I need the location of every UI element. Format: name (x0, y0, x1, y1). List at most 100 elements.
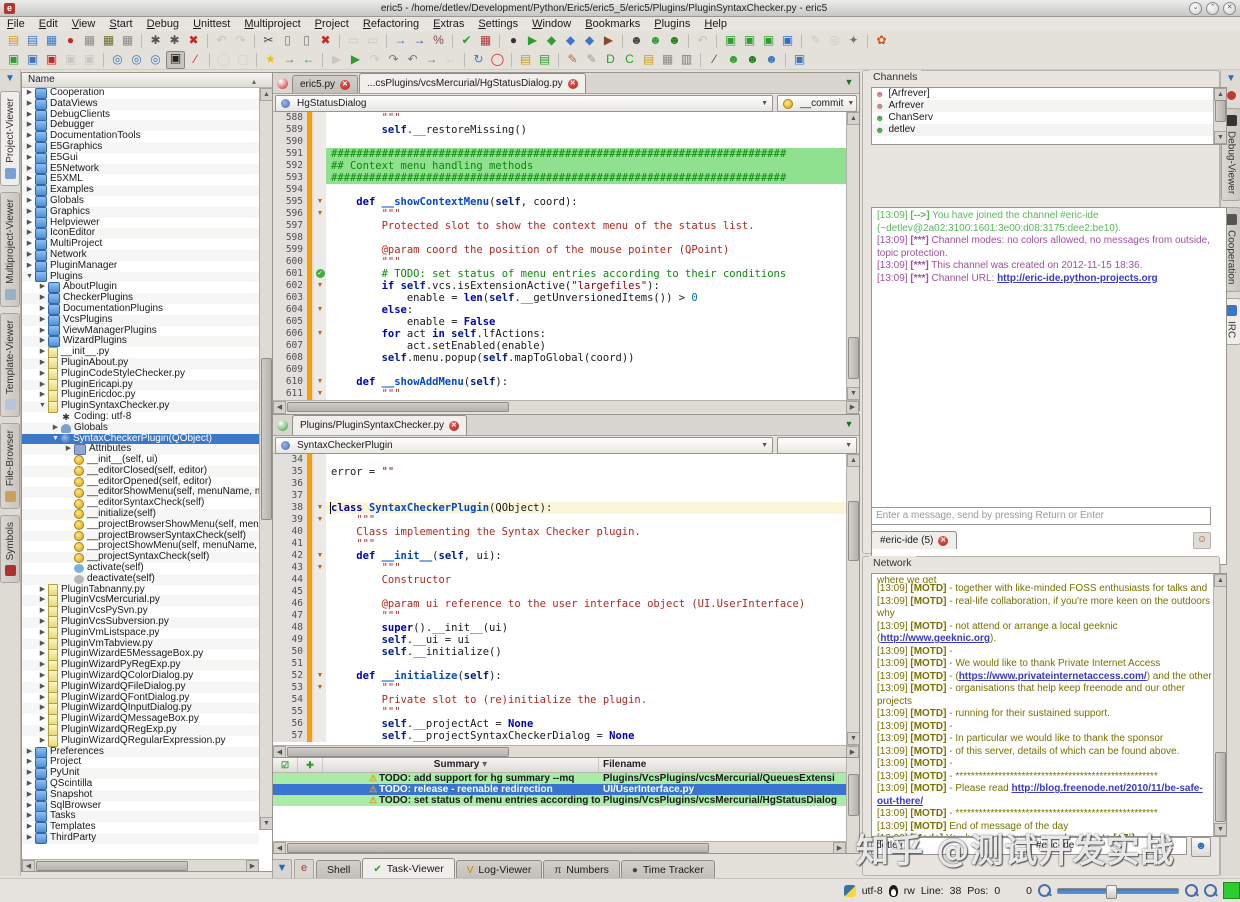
stop-icon[interactable]: ◯ (489, 52, 506, 68)
tree-expander[interactable]: ▶ (25, 757, 34, 768)
zoom-in-icon[interactable]: ◎ (109, 52, 126, 68)
tree-expander[interactable]: ▶ (25, 218, 34, 229)
member-selector[interactable]: ▼ (777, 437, 857, 454)
copy-icon[interactable]: ▯ (279, 33, 296, 49)
slash-tool-icon[interactable]: ∕ (706, 52, 723, 68)
channel-field[interactable]: #eric-ide (1031, 837, 1187, 855)
task-row[interactable]: ⚠ TODO: release - reenable redirection UI/… (273, 784, 859, 795)
menu-unittest[interactable]: Unittest (186, 17, 237, 31)
tree-expander[interactable]: ▼ (38, 401, 47, 412)
debug-run-icon[interactable]: ▶ (328, 52, 345, 68)
tab-list-icon[interactable]: ▼ (842, 419, 856, 432)
tree-expander[interactable]: ▼ (25, 272, 34, 283)
cut-icon[interactable]: ✂ (260, 33, 277, 49)
menu-settings[interactable]: Settings (471, 17, 525, 31)
tree-expander[interactable]: ▶ (38, 358, 47, 369)
menu-file[interactable]: File (0, 17, 32, 31)
save-copy-icon[interactable]: ▦ (119, 33, 136, 49)
open-icon[interactable]: ▤ (24, 33, 41, 49)
close-all-icon[interactable]: ✖ (185, 33, 202, 49)
tree-expander[interactable]: ▶ (25, 88, 34, 99)
channel-user[interactable]: ☻ detlev (872, 124, 1226, 136)
code-area[interactable]: 34 35 error = "" 36 37 38 ▼ class SyntaxChecker… (273, 454, 859, 745)
editor-tab[interactable]: Plugins/PluginSyntaxChecker.py ✕ (292, 415, 467, 435)
search-icon[interactable]: ▭ (345, 33, 362, 49)
profiler-icon[interactable]: ▦ (477, 33, 494, 49)
tree-item[interactable]: ▶ PluginEricapi.py (22, 379, 259, 391)
tree-expander[interactable]: ▶ (25, 833, 34, 844)
edit-note-gray-icon[interactable]: ✎ (583, 52, 600, 68)
class-selector[interactable]: SyntaxCheckerPlugin ▼ (275, 437, 773, 454)
tool-tab-numbers[interactable]: π Numbers (543, 860, 620, 879)
tree-header[interactable]: Name ▴ (22, 73, 272, 88)
coop-connect-icon[interactable]: ☻ (647, 33, 664, 49)
task-hscrollbar[interactable]: ◀ ▶ (273, 841, 846, 853)
message-link[interactable]: https://www.privateinternetaccess.com/ (959, 671, 1147, 682)
step-icon[interactable]: ◆ (562, 33, 579, 49)
filter-icon[interactable]: ▼ (3, 73, 17, 85)
syntax-check-icon[interactable]: ✔ (458, 33, 475, 49)
message-input[interactable]: Enter a message, send by pressing Return… (871, 507, 1211, 525)
menu-plugins[interactable]: Plugins (647, 17, 697, 31)
task-done-icon[interactable]: ▤ (536, 52, 553, 68)
editor-tab[interactable]: ...csPlugins/vcsMercurial/HgStatusDialog… (359, 73, 586, 93)
tree-expander[interactable]: ▶ (25, 120, 34, 131)
tree-expander[interactable]: ▶ (25, 250, 34, 261)
help-contents-icon[interactable]: ✿ (873, 33, 890, 49)
class-selector[interactable]: HgStatusDialog ▼ (275, 95, 773, 112)
minimize-button[interactable]: ⌄ (1189, 1, 1202, 15)
task-new-icon[interactable]: ▤ (517, 52, 534, 68)
network-messages[interactable]: where we get [13:09] [MOTD] - together wi… (871, 573, 1227, 837)
tree-expander[interactable]: ▶ (25, 99, 34, 110)
menu-window[interactable]: Window (525, 17, 578, 31)
sidebar-tab-template-viewer[interactable]: Template-Viewer (0, 312, 20, 417)
maximize-button[interactable]: ⌃ (1206, 1, 1219, 15)
replace-icon[interactable]: ▭ (364, 33, 381, 49)
tree-hscrollbar[interactable]: ◀ ▶ (22, 859, 259, 871)
task-row[interactable]: ⚠ TODO: add support for hg summary --mq Pl… (273, 773, 859, 784)
window-cascade-icon[interactable]: ▣ (24, 52, 41, 68)
tree-item[interactable]: ▶ AboutPlugin (22, 282, 259, 294)
window-untile-icon[interactable]: ▣ (81, 52, 98, 68)
tree-item[interactable]: ▶ Snapshot (22, 789, 259, 801)
join-channel-button[interactable]: ☻ (1191, 837, 1211, 857)
tree-expander[interactable]: ▶ (25, 110, 34, 121)
undo-icon[interactable]: ↶ (213, 33, 230, 49)
menu-refactoring[interactable]: Refactoring (356, 17, 426, 31)
user-dark-icon[interactable]: ☻ (744, 52, 761, 68)
code-area[interactable]: 588 """ 589 self.__restoreMissing() 590 591… (273, 112, 859, 400)
debug-step-in-icon[interactable]: ↷ (385, 52, 402, 68)
refresh-icon[interactable]: ↻ (470, 52, 487, 68)
debug-step-icon[interactable]: ↷ (366, 52, 383, 68)
message-link[interactable]: http://www.geeknic.org (880, 633, 990, 644)
tree-vscrollbar[interactable]: ▲ ▼ (259, 88, 272, 830)
tree-expander[interactable]: ▶ (38, 639, 47, 650)
editor-tab[interactable]: eric5.py ✕ (292, 75, 359, 93)
tree-expander[interactable]: ▶ (25, 747, 34, 758)
tree-expander[interactable]: ▶ (25, 164, 34, 175)
goto-line-icon[interactable]: → (392, 33, 409, 49)
tree-expander[interactable]: ▶ (38, 336, 47, 347)
zoom-out-icon[interactable] (1038, 884, 1051, 897)
filter-icon[interactable]: ▼ (1224, 73, 1238, 85)
nickname-field[interactable]: detlev_ (871, 837, 1027, 855)
sidebar-tab-symbols[interactable]: Symbols (0, 515, 20, 584)
archive-icon[interactable]: ▦ (659, 52, 676, 68)
export-3-icon[interactable]: ▣ (760, 33, 777, 49)
coop-user-icon[interactable]: ☻ (666, 33, 683, 49)
tree-expander[interactable]: ▶ (38, 293, 47, 304)
tree-expander[interactable]: ▶ (25, 174, 34, 185)
annotate-icon[interactable]: ∕ (187, 52, 204, 68)
tool-tab-shell[interactable]: Shell (316, 860, 362, 879)
tree-expander[interactable]: ▶ (38, 326, 47, 337)
close-icon[interactable]: ● (62, 33, 79, 49)
close-tab-icon[interactable]: ✕ (567, 78, 578, 89)
paste-icon[interactable]: ▯ (298, 33, 315, 49)
find-in-files-icon[interactable]: ● (505, 33, 522, 49)
tree-item[interactable]: ▶ PluginManager (22, 260, 259, 272)
zoom-in-icon[interactable] (1185, 884, 1198, 897)
tree-item[interactable]: ▼ PluginSyntaxChecker.py (22, 400, 259, 413)
tree-expander[interactable]: ▶ (38, 617, 47, 628)
editor-hscrollbar[interactable]: ◀ ▶ (273, 745, 859, 759)
spell-check-icon[interactable]: ✎ (807, 33, 824, 49)
